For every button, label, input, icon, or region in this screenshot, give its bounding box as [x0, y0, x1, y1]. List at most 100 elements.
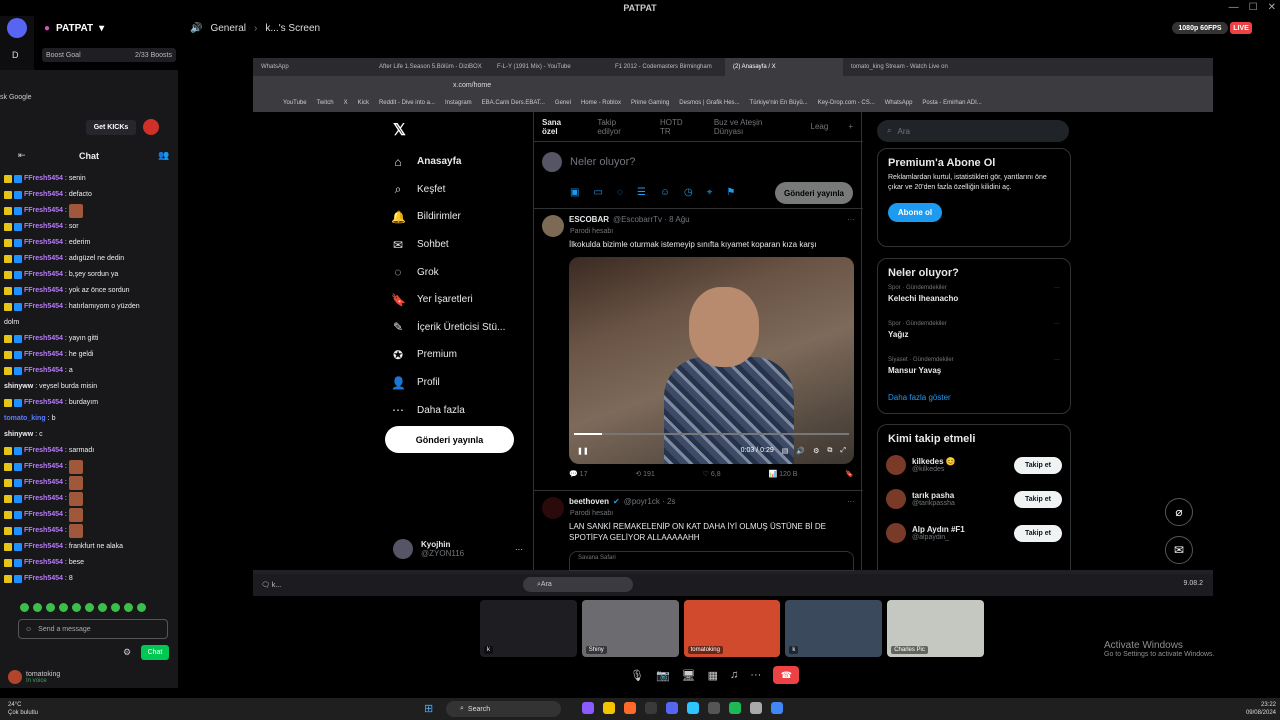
- emoji-icon[interactable]: ☺: [660, 187, 670, 201]
- server-header[interactable]: ● PATPAT ▾: [34, 16, 184, 40]
- reply-button[interactable]: 💬 17: [569, 470, 587, 482]
- browser-tab[interactable]: WhatsApp: [253, 58, 371, 76]
- tweet[interactable]: ESCOBAR @EscobarrTv · 8 Ağu ··· Parodi h…: [534, 208, 863, 490]
- participant-tile[interactable]: k: [785, 600, 883, 657]
- chat-username[interactable]: FFresh5454: [24, 235, 63, 251]
- captions-icon[interactable]: ▤: [782, 447, 789, 455]
- avatar[interactable]: [886, 455, 906, 475]
- camera-icon[interactable]: 📷: [656, 669, 670, 682]
- app-icon[interactable]: [687, 702, 699, 714]
- chat-username[interactable]: FFresh5454: [24, 523, 63, 539]
- nav-item-bookmark[interactable]: 🔖 Yer İşaretleri: [391, 286, 531, 314]
- brave-icon[interactable]: [624, 702, 636, 714]
- follow-button[interactable]: Takip et: [1014, 491, 1062, 508]
- trend-item[interactable]: Spor · Gündemdekiler Yağız ···: [888, 321, 1060, 351]
- soundboard-icon[interactable]: ♫: [730, 669, 738, 681]
- app-icon[interactable]: [750, 702, 762, 714]
- emote-icon[interactable]: [46, 603, 55, 612]
- nav-item-explore[interactable]: ⌕ Keşfet: [391, 176, 531, 204]
- chat-username[interactable]: FFresh5454: [24, 443, 63, 459]
- repost-button[interactable]: ⟲ 191: [635, 470, 655, 482]
- emote-icon[interactable]: [111, 603, 120, 612]
- microphone-icon[interactable]: 🎙: [630, 669, 644, 682]
- tweet-author[interactable]: beethoven: [569, 497, 609, 506]
- server-initial[interactable]: D: [12, 50, 22, 60]
- timeline-tab[interactable]: HOTD TR: [660, 118, 694, 136]
- tweet-author[interactable]: ESCOBAR: [569, 215, 609, 224]
- grok-icon[interactable]: ⌀: [1165, 498, 1193, 526]
- more-icon[interactable]: ···: [1054, 357, 1060, 363]
- bookmark-item[interactable]: WhatsApp: [885, 100, 913, 106]
- start-icon[interactable]: ⊞: [424, 702, 433, 715]
- bookmark-item[interactable]: Genel: [555, 100, 571, 106]
- add-tab-icon[interactable]: +: [848, 122, 853, 131]
- video-progress[interactable]: [574, 433, 849, 435]
- bookmark-item[interactable]: Instagram: [445, 100, 472, 106]
- chat-username[interactable]: FFresh5454: [24, 555, 63, 571]
- chat-username[interactable]: FFresh5454: [24, 539, 63, 555]
- discord-home-icon[interactable]: [7, 18, 27, 38]
- folder-icon[interactable]: [603, 702, 615, 714]
- emote-icon[interactable]: [98, 603, 107, 612]
- chrome-icon[interactable]: [771, 702, 783, 714]
- pip-icon[interactable]: ⧉: [827, 447, 832, 455]
- grok-icon[interactable]: ◌: [617, 187, 623, 201]
- chat-username[interactable]: FFresh5454: [24, 299, 63, 315]
- bookmark-item[interactable]: EBA.Canlı Ders.EBAT...: [482, 100, 545, 106]
- search-input[interactable]: ⌕ Ara: [877, 120, 1069, 142]
- bookmark-item[interactable]: Prime Gaming: [631, 100, 669, 106]
- avatar[interactable]: [886, 523, 906, 543]
- minimize-icon[interactable]: —: [1229, 2, 1239, 13]
- chat-username[interactable]: FFresh5454: [24, 475, 63, 491]
- chat-username[interactable]: shinyww: [4, 379, 33, 395]
- trend-item[interactable]: Siyaset · Gündemdekiler Mansur Yavaş ···: [888, 357, 1060, 387]
- tweet-handle[interactable]: @poyr1ck · 2s: [624, 497, 676, 506]
- bookmark-item[interactable]: Türkiye'nin En Büyü...: [750, 100, 808, 106]
- follow-button[interactable]: Takip et: [1014, 457, 1062, 474]
- follow-suggestion[interactable]: tarık pasha @tarikpassha Takip et: [886, 485, 1062, 513]
- get-kicks-button[interactable]: Get KICKs: [86, 120, 136, 135]
- chat-username[interactable]: FFresh5454: [24, 187, 63, 203]
- bookmark-item[interactable]: Posta - Emirhan ADI...: [922, 100, 981, 106]
- browser-tab[interactable]: F-L-Y (1991 Mix) - YouTube: [489, 58, 607, 76]
- more-icon[interactable]: ···: [847, 497, 855, 506]
- nav-item-more[interactable]: ⋯ Daha fazla: [391, 396, 531, 424]
- volume-icon[interactable]: 🔊: [796, 447, 805, 455]
- bookmark-item[interactable]: Desmos | Grafik Hes...: [679, 100, 739, 106]
- bookmark-item[interactable]: X: [344, 100, 348, 106]
- schedule-icon[interactable]: ◷: [684, 187, 693, 201]
- avatar[interactable]: [542, 215, 564, 237]
- follow-button[interactable]: Takip et: [1014, 525, 1062, 542]
- nav-item-grok[interactable]: ◌ Grok: [391, 258, 531, 286]
- send-chat-button[interactable]: Chat: [141, 645, 169, 660]
- emoji-icon[interactable]: ☺: [25, 626, 32, 633]
- chat-username[interactable]: FFresh5454: [24, 507, 63, 523]
- collapse-chat-icon[interactable]: ⇤: [18, 150, 26, 161]
- more-icon[interactable]: ···: [847, 215, 855, 224]
- tweet-card[interactable]: Savana Safari: [569, 551, 854, 571]
- compose-placeholder[interactable]: Neler oluyor?: [570, 156, 635, 168]
- messages-icon[interactable]: ✉: [1165, 536, 1193, 564]
- post-button[interactable]: Gönderi yayınla: [385, 426, 514, 453]
- nav-item-premium[interactable]: ✪ Premium: [391, 341, 531, 369]
- chat-username[interactable]: FFresh5454: [24, 251, 63, 267]
- flag-icon[interactable]: ⚑: [726, 187, 735, 201]
- users-icon[interactable]: 👥: [158, 150, 169, 161]
- more-icon[interactable]: ···: [515, 545, 523, 554]
- nav-item-messages[interactable]: ✉ Sohbet: [391, 231, 531, 259]
- like-button[interactable]: ♡ 6,8: [703, 470, 721, 482]
- nav-item-notifications[interactable]: 🔔 Bildirimler: [391, 203, 531, 231]
- spotify-icon[interactable]: [729, 702, 741, 714]
- follow-suggestion[interactable]: kilkedes 😊 @kilkedes Takip et: [886, 451, 1062, 479]
- nav-item-profile[interactable]: 👤 Profil: [391, 369, 531, 397]
- timeline-tab[interactable]: Buz ve Ateşin Dünyası: [714, 118, 791, 136]
- boost-goal[interactable]: Boost Goal 2/33 Boosts: [42, 48, 176, 62]
- app-icon[interactable]: [645, 702, 657, 714]
- weather-widget[interactable]: 24°C Çok bulutlu: [8, 701, 38, 717]
- emote-icon[interactable]: [85, 603, 94, 612]
- profile-switcher[interactable]: Kyojhin @ZYON116 ···: [393, 536, 523, 562]
- participant-tile[interactable]: Charles Pic: [887, 600, 984, 657]
- subscribe-button[interactable]: Abone ol: [888, 203, 942, 222]
- pause-icon[interactable]: ❚❚: [577, 447, 589, 455]
- more-icon[interactable]: ···: [750, 669, 761, 681]
